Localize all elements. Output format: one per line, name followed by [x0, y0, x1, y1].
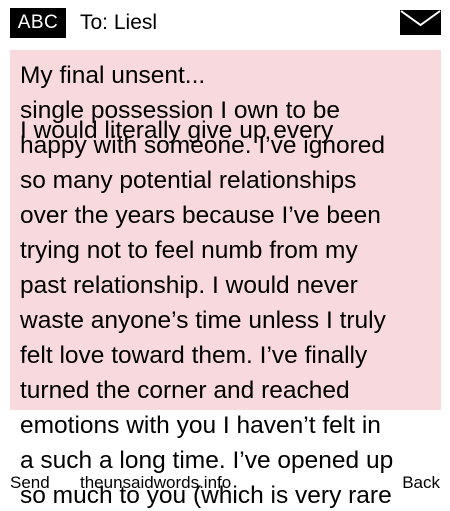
back-softkey[interactable]: Back: [402, 472, 440, 494]
message-line: waste anyone’s time unless I truly: [20, 307, 386, 334]
message-line: trying not to feel numb from my: [20, 237, 358, 264]
message-line: over the years because I’ve been: [20, 202, 381, 229]
message-line: happy with someone. I’ve ignored: [20, 132, 385, 159]
draft-line: My final unsent...: [20, 62, 206, 89]
site-label: theunsaidwords.info: [80, 473, 232, 492]
envelope-icon[interactable]: [400, 10, 441, 35]
softkey-bar: Send theunsaidwords.info Back: [0, 472, 450, 494]
message-line: emotions with you I haven’t felt in: [20, 412, 381, 439]
message-line: so many potential relationships: [20, 167, 357, 194]
message-line: turned the corner and reached: [20, 377, 350, 404]
input-mode-badge[interactable]: ABC: [10, 8, 66, 38]
send-softkey[interactable]: Send: [10, 472, 50, 494]
recipient-label: To: Liesl: [80, 11, 158, 34]
message-line: felt love toward them. I’ve finally: [20, 342, 368, 369]
message-line: past relationship. I would never: [20, 272, 358, 299]
